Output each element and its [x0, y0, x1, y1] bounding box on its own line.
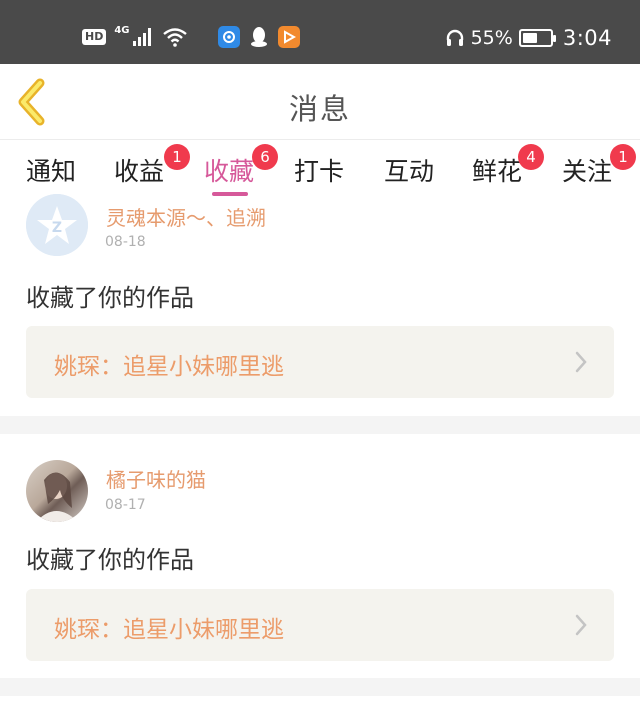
work-title: 姚琛：追星小妹哪里逃 [54, 617, 284, 643]
svg-text:Z: Z [52, 220, 62, 236]
tab-label: 通知 [26, 157, 77, 186]
status-bar-right: 55% 3:04 [445, 24, 612, 52]
clock: 3:04 [562, 26, 612, 50]
tab-label: 鲜花 [472, 157, 523, 186]
nav-header: 消息 [0, 64, 640, 140]
badge-count: 4 [518, 144, 544, 170]
notification-action: 收藏了你的作品 [26, 284, 194, 312]
hd-indicator: HD [82, 29, 107, 45]
battery-level-fill [522, 33, 538, 43]
tab-flowers[interactable]: 鲜花 4 [472, 144, 544, 188]
avatar[interactable] [26, 460, 88, 522]
tab-label: 收益 [114, 157, 165, 186]
status-bar-left: HD 4G [82, 24, 300, 50]
tab-bar: 通知 收益 1 收藏 6 打卡 互动 鲜花 4 关注 1 [0, 140, 640, 198]
notification-card: 橘子味的猫 08-17 收藏了你的作品 姚琛：追星小妹哪里逃 [0, 434, 640, 678]
tab-checkin[interactable]: 打卡 [294, 152, 344, 188]
battery-percent: 55% [470, 27, 513, 49]
work-title: 姚琛：追星小妹哪里逃 [54, 354, 284, 380]
tab-follow[interactable]: 关注 1 [562, 144, 636, 188]
video-app-icon [277, 26, 300, 48]
tab-notice[interactable]: 通知 [26, 152, 76, 188]
badge-count: 1 [610, 144, 636, 170]
page-title: 消息 [288, 92, 351, 126]
signal-icon [132, 28, 151, 46]
active-tab-indicator [212, 192, 248, 196]
default-avatar-icon: Z [26, 194, 88, 256]
tab-interaction[interactable]: 互动 [384, 152, 434, 188]
list-separator [0, 678, 640, 696]
tab-label: 打卡 [294, 157, 345, 186]
tab-earnings[interactable]: 收益 1 [114, 144, 190, 188]
status-bar: HD 4G 55% 3:04 [0, 0, 640, 64]
badge-count: 1 [164, 144, 190, 170]
notification-date: 08-18 [105, 234, 146, 250]
battery-icon [518, 29, 556, 47]
work-link[interactable]: 姚琛：追星小妹哪里逃 [26, 326, 614, 398]
chevron-right-icon [575, 614, 587, 636]
qq-icon [248, 26, 270, 48]
chevron-right-icon [575, 351, 587, 373]
list-separator [0, 416, 640, 434]
tab-label: 关注 [562, 157, 613, 186]
username[interactable]: 灵魂本源～、追溯 [106, 202, 266, 231]
headset-icon [446, 29, 463, 46]
user-photo-icon [36, 472, 78, 522]
username[interactable]: 橘子味的猫 [106, 464, 206, 493]
network-type-label: 4G [114, 25, 130, 36]
notification-card: Z 灵魂本源～、追溯 08-18 收藏了你的作品 姚琛：追星小妹哪里逃 [0, 194, 640, 416]
avatar[interactable]: Z [26, 194, 88, 256]
app-notification-icon [217, 26, 240, 48]
notification-date: 08-17 [105, 497, 146, 513]
badge-count: 6 [252, 144, 278, 170]
tab-favorites[interactable]: 收藏 6 [204, 144, 278, 196]
work-link[interactable]: 姚琛：追星小妹哪里逃 [26, 589, 614, 661]
tab-label: 互动 [384, 157, 435, 186]
notification-action: 收藏了你的作品 [26, 546, 194, 574]
wifi-icon [162, 28, 187, 47]
tab-label: 收藏 [204, 157, 255, 186]
